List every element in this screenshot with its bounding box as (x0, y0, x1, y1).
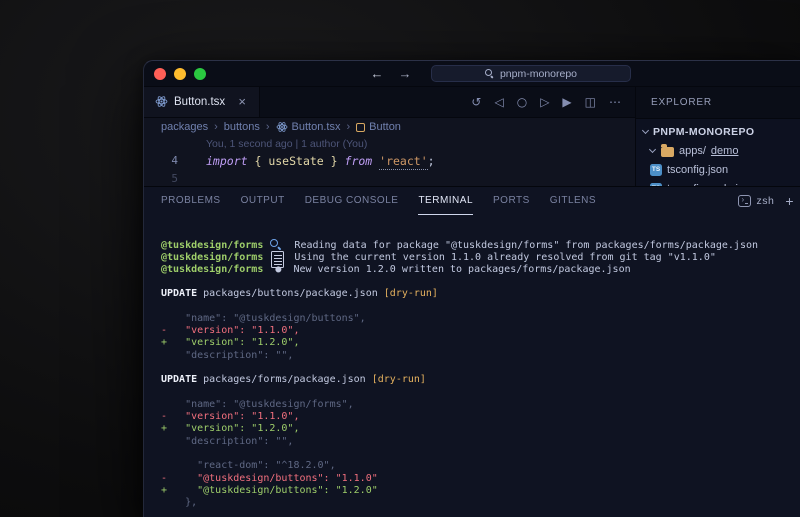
breadcrumb-item[interactable]: Button (356, 121, 401, 133)
timeline-icon[interactable]: ↺ (471, 95, 481, 109)
explorer-header: EXPLORER (636, 87, 800, 119)
editor-column: Button.tsx ↺ ◁ ○ ▷ ▶ ◫ ⋯ packages buttons Button… (144, 87, 635, 186)
folder-icon (661, 147, 674, 157)
terminal-line: @tuskdesign/forms ● New version 1.2.0 wr… (161, 264, 800, 276)
split-editor-icon[interactable]: ◫ (585, 95, 596, 109)
panel-right-controls: zsh (738, 187, 794, 215)
react-icon (155, 95, 168, 108)
gitlens-blame-annotation: You, 1 second ago | 1 author (You) (206, 137, 635, 152)
editor-tab-bar: Button.tsx ↺ ◁ ○ ▷ ▶ ◫ ⋯ (144, 87, 635, 118)
terminal-line: - "version": "1.1.0", (161, 411, 800, 423)
bottom-panel: PROBLEMS OUTPUT DEBUG CONSOLE TERMINAL PORTS… (144, 186, 800, 517)
compare-changes-icon[interactable]: ○ (517, 95, 527, 109)
tree-item-apps-demo[interactable]: apps/demo (636, 141, 800, 160)
chevron-down-icon (649, 146, 656, 153)
explorer-tree: PNPM-MONOREPO apps/demotsconfig.jsontsco… (636, 119, 800, 186)
terminal-line: UPDATE packages/buttons/package.json [dr… (161, 288, 800, 300)
breadcrumb-item[interactable]: buttons (224, 121, 260, 133)
terminal-line: "description": "", (161, 350, 800, 362)
terminal-line: "description": "", (161, 436, 800, 448)
terminal-line: + "@tuskdesign/buttons": "1.2.0" (161, 485, 800, 497)
minimize-window-button[interactable] (174, 68, 186, 80)
back-icon[interactable] (368, 64, 386, 83)
tab-label: Button.tsx (174, 96, 225, 108)
search-icon (270, 239, 281, 250)
terminal-output[interactable]: @tuskdesign/forms Reading data for packa… (144, 215, 800, 517)
tree-root-pnpm-monorepo[interactable]: PNPM-MONOREPO (636, 122, 800, 141)
ts-icon (650, 164, 662, 176)
terminal-line (161, 300, 800, 312)
breadcrumb-separator (346, 121, 350, 133)
zoom-window-button[interactable] (194, 68, 206, 80)
terminal-line: + "version": "1.2.0", (161, 337, 800, 349)
terminal-line: "name": "@tuskdesign/buttons", (161, 313, 800, 325)
tree-items: apps/demotsconfig.jsontsconfig.node.json (636, 141, 800, 186)
terminal-line (161, 387, 800, 399)
new-terminal-button[interactable] (785, 194, 794, 208)
vscode-window: pnpm-monorepo Button.tsx ↺ ◁ ○ ▷ ▶ ◫ ⋯ package… (143, 60, 800, 517)
panel-tab-gitlens[interactable]: GITLENS (550, 187, 596, 215)
panel-tab-problems[interactable]: PROBLEMS (161, 187, 221, 215)
upper-region: Button.tsx ↺ ◁ ○ ▷ ▶ ◫ ⋯ packages buttons Button… (144, 87, 800, 186)
line-number: 5 (144, 170, 192, 186)
panel-tab-debug-console[interactable]: DEBUG CONSOLE (305, 187, 399, 215)
search-value: pnpm-monorepo (500, 68, 577, 80)
terminal-line: + "version": "1.2.0", (161, 423, 800, 435)
terminal-line (161, 276, 800, 288)
terminal-line: @tuskdesign/forms Using the current vers… (161, 251, 800, 263)
previous-change-icon[interactable]: ◁ (494, 95, 503, 109)
terminal-line: - "version": "1.1.0", (161, 325, 800, 337)
panel-tab-ports[interactable]: PORTS (493, 187, 530, 215)
terminal-line: - "@tuskdesign/buttons": "1.1.0" (161, 473, 800, 485)
panel-tab-terminal[interactable]: TERMINAL (418, 187, 473, 215)
symbol-icon (356, 123, 365, 132)
desktop-background: pnpm-monorepo Button.tsx ↺ ◁ ○ ▷ ▶ ◫ ⋯ package… (0, 0, 800, 517)
terminal-icon (738, 195, 751, 207)
terminal-line: "name": "@tuskdesign/forms", (161, 399, 800, 411)
line-number: 4 (144, 152, 192, 170)
breadcrumb: packages buttons Button.tsx Button (144, 118, 635, 137)
terminal-instance-zsh[interactable]: zsh (738, 195, 774, 207)
panel-tabs: PROBLEMS OUTPUT DEBUG CONSOLE TERMINAL PORTS… (144, 187, 800, 215)
terminal-line (161, 448, 800, 460)
code-line-clipped: 5 (144, 170, 635, 186)
run-icon[interactable]: ▶ (562, 95, 571, 109)
close-window-button[interactable] (154, 68, 166, 80)
terminal-line: "react-dom": "^18.2.0", (161, 460, 800, 472)
code-editor[interactable]: You, 1 second ago | 1 author (You) 4 imp… (144, 137, 635, 186)
forward-icon[interactable] (396, 64, 414, 83)
explorer-sidebar: EXPLORER PNPM-MONOREPO apps/demotsconfig… (635, 87, 800, 186)
history-nav (368, 64, 414, 83)
command-center-search[interactable]: pnpm-monorepo (431, 65, 631, 82)
breadcrumb-separator (214, 121, 218, 133)
code-content: import { useState } from 'react'; (206, 152, 435, 170)
next-change-icon[interactable]: ▷ (540, 95, 549, 109)
close-tab-icon[interactable] (236, 94, 248, 109)
shell-label: zsh (756, 195, 774, 207)
panel-tab-output[interactable]: OUTPUT (241, 187, 285, 215)
tab-button-tsx[interactable]: Button.tsx (144, 87, 260, 117)
breadcrumb-item[interactable]: packages (161, 121, 208, 133)
traffic-lights (154, 68, 206, 80)
code-line: 4 import { useState } from 'react'; (144, 152, 635, 170)
breadcrumb-item[interactable]: Button.tsx (276, 121, 341, 133)
tree-item-tsconfig-json[interactable]: tsconfig.json (636, 160, 800, 179)
file-icon (270, 251, 281, 262)
title-bar: pnpm-monorepo (144, 61, 800, 87)
chevron-down-icon (642, 127, 649, 134)
react-icon (276, 121, 288, 133)
more-actions-icon[interactable]: ⋯ (609, 95, 621, 109)
breadcrumb-separator (266, 121, 270, 133)
terminal-line: UPDATE packages/forms/package.json [dry-… (161, 374, 800, 386)
search-icon (485, 69, 495, 79)
tree-item-tsconfig-node-json[interactable]: tsconfig.node.json (636, 179, 800, 186)
terminal-line (161, 362, 800, 374)
terminal-line: @tuskdesign/forms Reading data for packa… (161, 239, 800, 251)
editor-actions: ↺ ◁ ○ ▷ ▶ ◫ ⋯ (471, 87, 635, 117)
terminal-line: }, (161, 497, 800, 509)
